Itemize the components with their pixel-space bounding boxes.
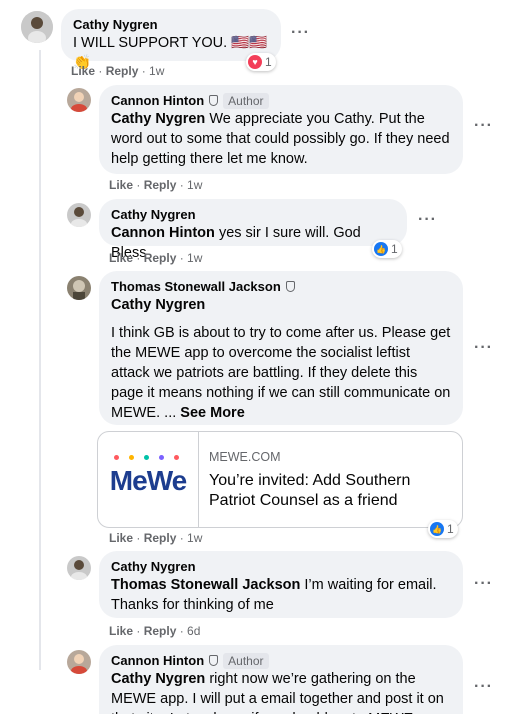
avatar[interactable] (67, 203, 91, 227)
like-button[interactable]: Like (109, 178, 133, 192)
comment-actions: Like · Reply · 6d (109, 624, 201, 638)
avatar[interactable] (67, 556, 91, 580)
author-badge: Author (223, 652, 269, 669)
timestamp[interactable]: 1w (187, 531, 202, 545)
timestamp[interactable]: 1w (149, 64, 164, 78)
avatar-image (67, 650, 91, 674)
comment-author[interactable]: Cathy Nygren (111, 558, 451, 575)
comment-author[interactable]: Cannon Hinton (111, 92, 204, 109)
mewe-logo: MeWe (109, 464, 187, 496)
mention-tag[interactable]: Cannon Hinton (111, 225, 215, 241)
timestamp[interactable]: 1w (187, 251, 202, 265)
comment-author[interactable]: Thomas Stonewall Jackson (111, 278, 281, 295)
comment-bubble: Cannon Hinton Author Cathy Nygren We appr… (99, 85, 463, 174)
more-options-button[interactable]: ··· (474, 117, 493, 135)
comment-bubble: Cathy Nygren I WILL SUPPORT YOU. 🇺🇸🇺🇸👏 (61, 9, 281, 71)
like-reaction-icon: 👍 (430, 522, 444, 536)
avatar-image (67, 88, 91, 112)
avatar-image (67, 203, 91, 227)
more-options-button[interactable]: ··· (418, 211, 437, 229)
like-button[interactable]: Like (109, 624, 133, 638)
reply-button[interactable]: Reply (106, 64, 139, 78)
comment-author[interactable]: Cathy Nygren (73, 16, 269, 33)
comment-bubble: Cathy Nygren Cannon Hinton yes sir I sur… (99, 199, 407, 261)
mention-tag[interactable]: Thomas Stonewall Jackson (111, 577, 300, 593)
comment-bubble: Thomas Stonewall Jackson Cathy Nygren I … (99, 271, 463, 425)
avatar[interactable] (67, 88, 91, 112)
like-button[interactable]: Like (109, 251, 133, 265)
reply-button[interactable]: Reply (144, 531, 177, 545)
like-button[interactable]: Like (71, 64, 95, 78)
love-reaction-icon: ♥ (248, 55, 262, 69)
comment-bubble: Cathy Nygren Thomas Stonewall Jackson I’… (99, 551, 463, 618)
mention-tag[interactable]: Cathy Nygren (111, 111, 205, 127)
more-options-button[interactable]: ··· (474, 575, 493, 593)
reply-button[interactable]: Reply (144, 624, 177, 638)
timestamp[interactable]: 1w (187, 178, 202, 192)
mewe-dots-icon (113, 454, 179, 460)
more-options-button[interactable]: ··· (474, 339, 493, 357)
comment-actions: Like · Reply · 1w (109, 178, 203, 192)
comment-actions: Like · Reply · 1w (71, 64, 165, 78)
avatar[interactable] (67, 650, 91, 674)
comment-actions: Like · Reply · 1w (109, 531, 203, 545)
comment-text: I think GB is about to try to come after… (111, 325, 451, 421)
reaction-count: 1 (391, 242, 398, 256)
reaction-count: 1 (447, 522, 454, 536)
more-options-button[interactable]: ··· (291, 24, 310, 42)
link-domain: MEWE.COM (209, 450, 281, 464)
shield-icon (285, 281, 295, 292)
reply-button[interactable]: Reply (144, 251, 177, 265)
avatar[interactable] (67, 276, 91, 300)
timestamp[interactable]: 6d (187, 624, 200, 638)
reaction-count: 1 (265, 55, 272, 69)
avatar-image (67, 276, 91, 300)
avatar-image (67, 556, 91, 580)
author-badge: Author (223, 92, 269, 109)
more-options-button[interactable]: ··· (474, 678, 493, 696)
link-title: You’re invited: Add Southern Patriot Cou… (209, 472, 411, 509)
link-thumbnail: MeWe (98, 432, 199, 527)
like-reaction-icon: 👍 (374, 242, 388, 256)
reply-button[interactable]: Reply (144, 178, 177, 192)
reaction-badge[interactable]: ♥ 1 (246, 53, 276, 71)
thread-line (39, 50, 41, 670)
comment-bubble: Cannon Hinton Author Cathy Nygren right n… (99, 645, 463, 714)
avatar[interactable] (21, 11, 53, 43)
like-button[interactable]: Like (109, 531, 133, 545)
shield-icon (209, 95, 219, 106)
avatar-image (21, 11, 53, 43)
reaction-badge[interactable]: 👍 1 (372, 240, 402, 258)
comment-actions: Like · Reply · 1w (109, 251, 203, 265)
comment-author[interactable]: Cannon Hinton (111, 652, 204, 669)
see-more-link[interactable]: See More (180, 405, 244, 421)
mention-tag[interactable]: Cathy Nygren (111, 297, 205, 313)
shield-icon (209, 655, 219, 666)
comment-author[interactable]: Cathy Nygren (111, 206, 395, 223)
reaction-badge[interactable]: 👍 1 (428, 520, 458, 538)
link-preview-card[interactable]: MeWe MEWE.COM You’re invited: Add Southe… (97, 431, 463, 528)
mention-tag[interactable]: Cathy Nygren (111, 671, 205, 687)
